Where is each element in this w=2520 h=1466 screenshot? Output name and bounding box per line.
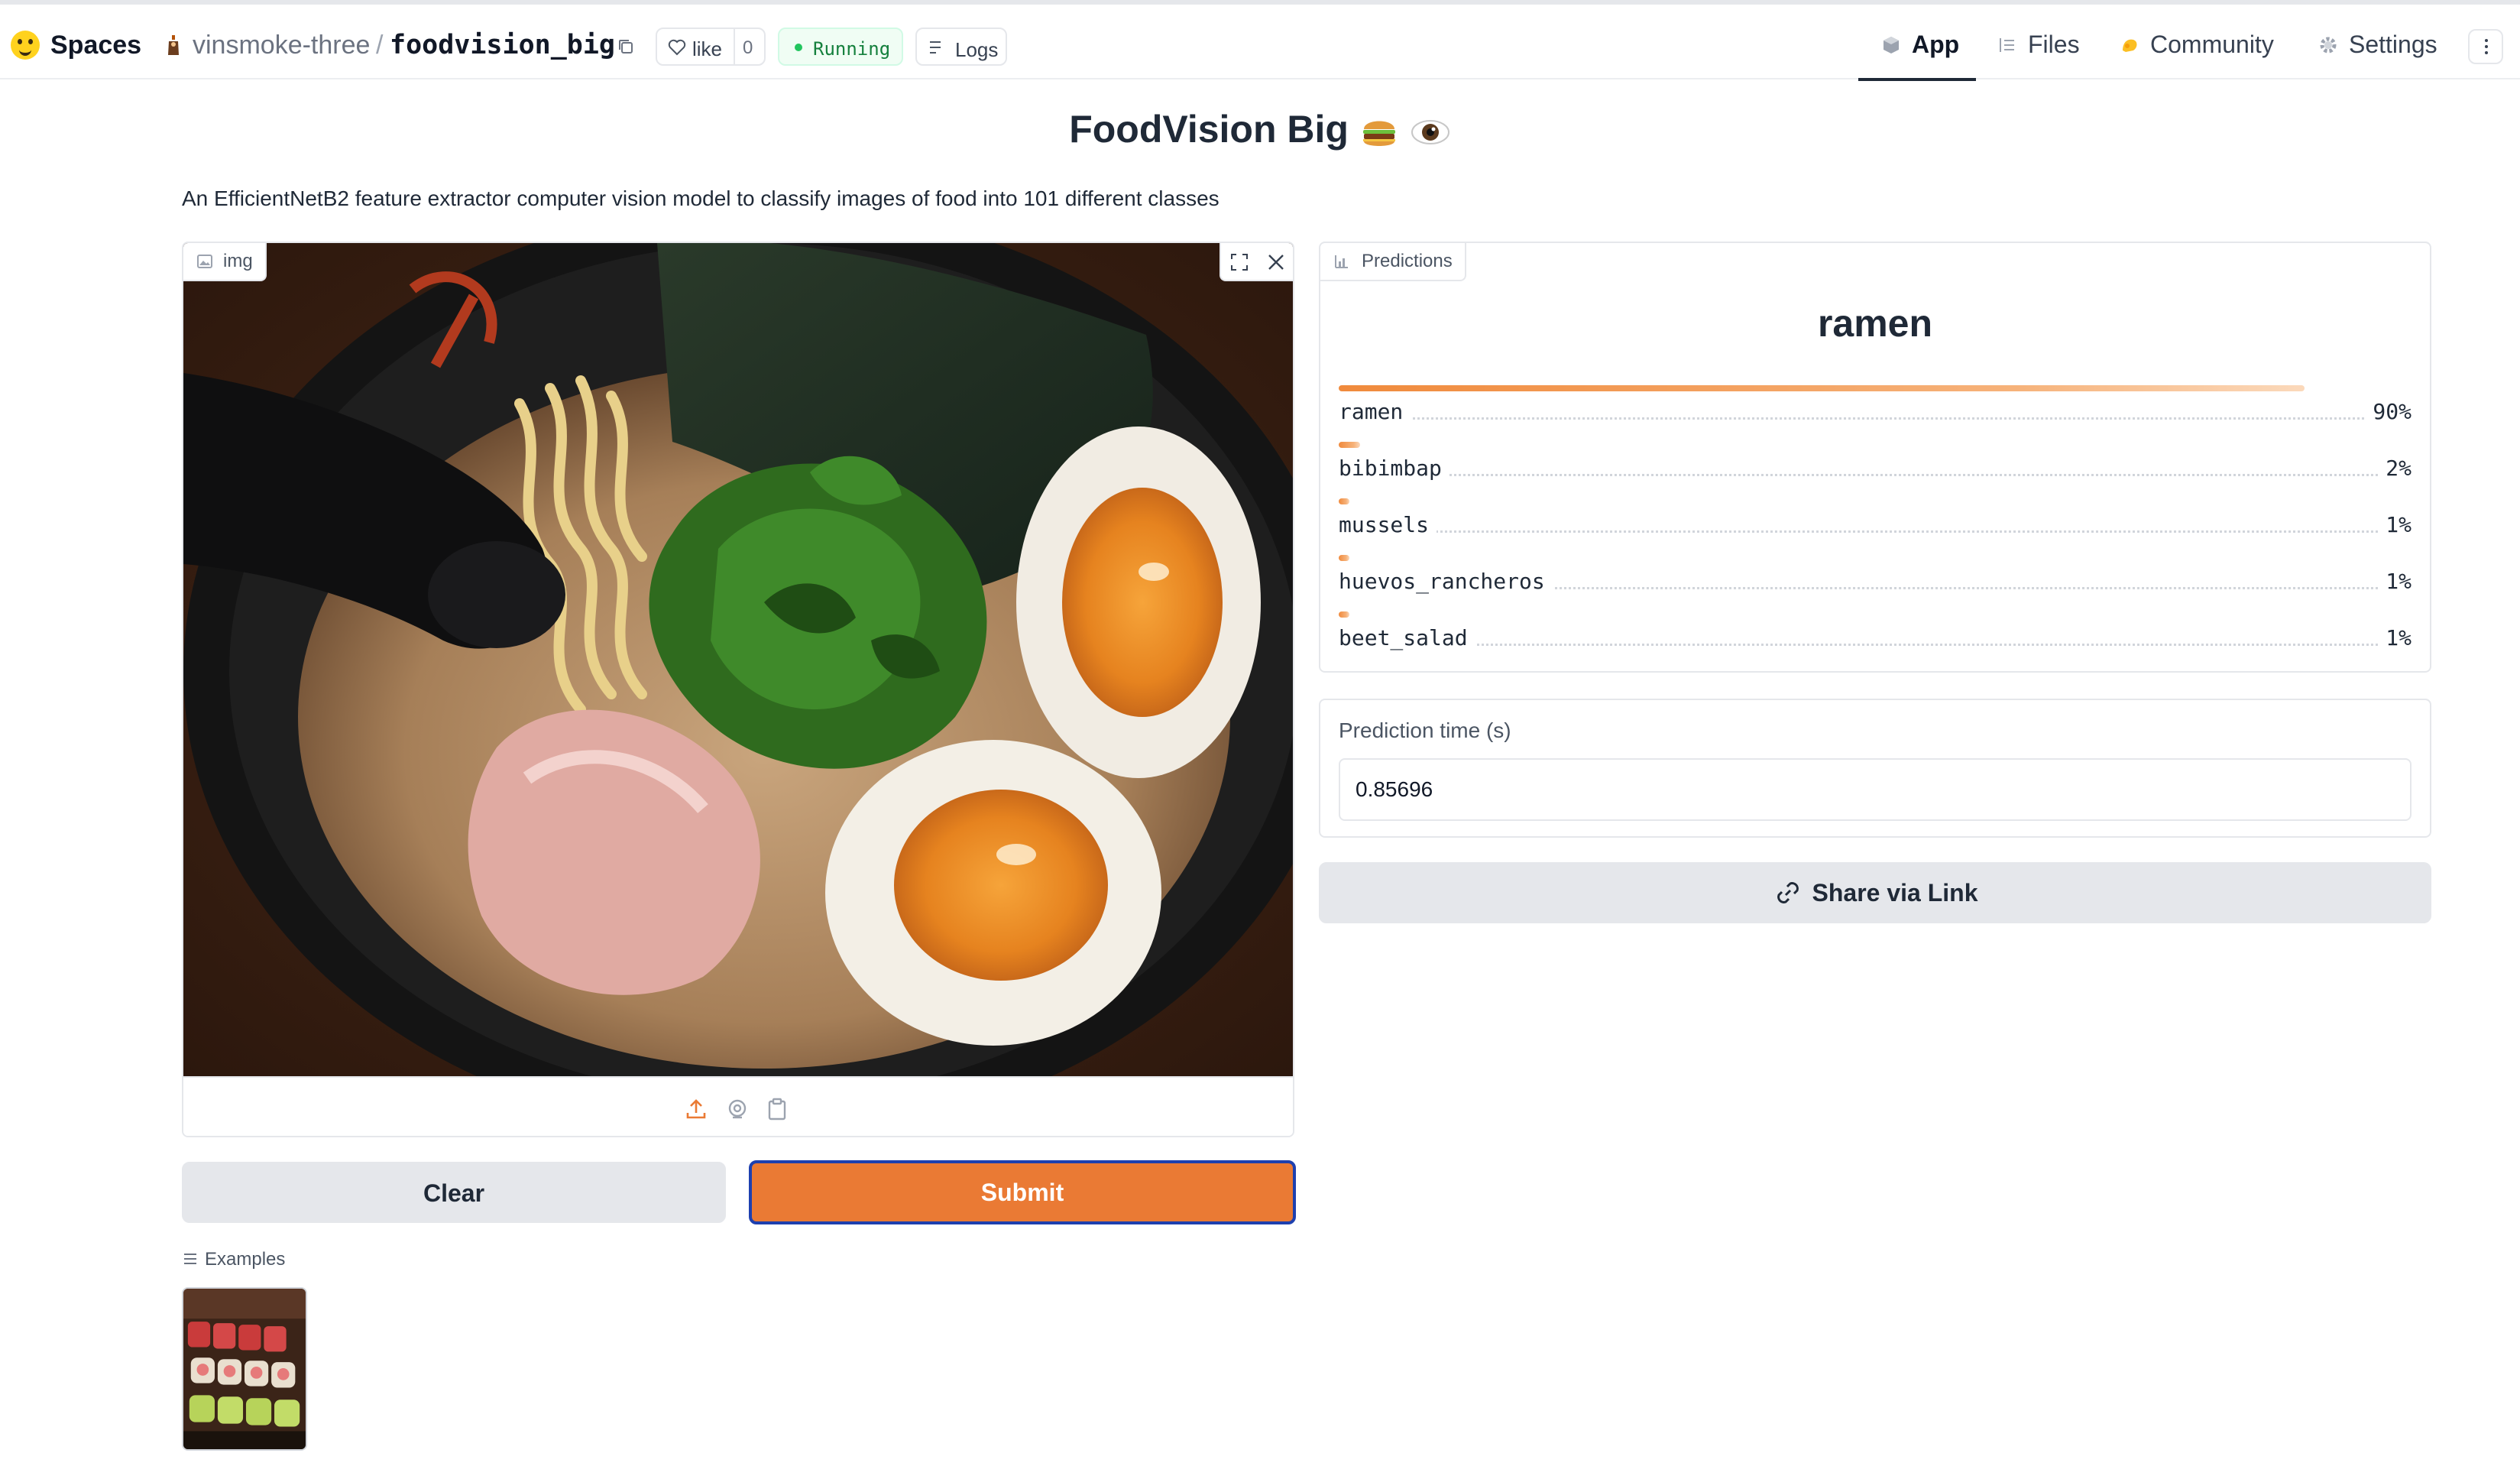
class-percent: 1% [2378, 512, 2411, 537]
logs-label: Logs [955, 38, 999, 61]
confidence-row: ramen 90% [1339, 385, 2411, 442]
confidence-bar [1339, 442, 1360, 448]
like-button[interactable]: like 0 [656, 28, 766, 66]
owner-link[interactable]: vinsmoke-three [193, 31, 370, 60]
confidence-bar [1339, 555, 1349, 561]
like-count: 0 [743, 37, 753, 58]
class-name: huevos_rancheros [1339, 569, 1553, 594]
example-sushi-thumbnail[interactable] [182, 1287, 307, 1451]
cube-icon [1884, 37, 1899, 54]
status-badge[interactable]: Running [778, 28, 903, 66]
class-name: ramen [1339, 399, 1411, 424]
share-via-link-button[interactable]: Share via Link [1319, 862, 2431, 923]
status-text: Running [813, 38, 891, 60]
confidence-bar [1339, 385, 2305, 391]
spaces-link[interactable]: Spaces [50, 31, 141, 60]
like-divider [734, 29, 735, 64]
predictions-label-text: Predictions [1362, 251, 1453, 271]
repo-name-link[interactable]: foodvision_big [390, 30, 615, 60]
confidence-row: beet_salad 1% [1339, 611, 2411, 668]
prediction-time-field[interactable]: 0.85696 [1339, 758, 2411, 821]
ramen-photo [183, 243, 1293, 1076]
dotted-leader [1339, 644, 2411, 646]
status-dot-icon [795, 44, 802, 51]
predictions-label: Predictions [1320, 243, 1466, 281]
upload-icon[interactable] [685, 1098, 708, 1121]
submit-button[interactable]: Submit [749, 1160, 1296, 1224]
copy-icon[interactable] [617, 38, 634, 55]
image-input-label: img [183, 243, 267, 281]
bar-chart-icon [1335, 255, 1348, 268]
examples-label: Examples [183, 1249, 285, 1270]
active-tab-indicator [1858, 78, 1976, 81]
kebab-icon [2485, 39, 2488, 42]
community-icon [2123, 39, 2137, 52]
link-icon [1777, 881, 1799, 903]
huggingface-logo-icon[interactable] [11, 31, 40, 60]
confidence-row: bibimbap 2% [1339, 442, 2411, 498]
image-input-panel[interactable]: img [182, 242, 1294, 1137]
tab-community-label: Community [2150, 31, 2274, 58]
dotted-leader [1339, 530, 2411, 533]
dotted-leader [1339, 417, 2411, 420]
class-name: bibimbap [1339, 456, 1449, 481]
class-percent: 2% [2378, 456, 2411, 481]
prediction-time-panel: Prediction time (s) 0.85696 [1319, 699, 2431, 838]
fullscreen-icon[interactable] [1230, 253, 1249, 271]
image-icon [197, 255, 212, 268]
confidence-row: huevos_rancheros 1% [1339, 555, 2411, 611]
eye-emoji-icon [1411, 119, 1449, 144]
site-header: Spaces vinsmoke-three / foodvision_big l… [0, 5, 2520, 81]
like-label: like [692, 37, 723, 60]
prediction-time-label: Prediction time (s) [1339, 718, 1511, 742]
logs-button[interactable]: Logs [915, 28, 1007, 66]
image-source-bar [183, 1076, 1293, 1136]
examples-label-text: Examples [205, 1249, 286, 1270]
webcam-icon[interactable] [726, 1098, 749, 1121]
tab-settings-label: Settings [2349, 31, 2437, 58]
more-menu-button[interactable] [2468, 29, 2503, 64]
top-prediction: ramen [1817, 302, 1933, 345]
tab-files-label: Files [2028, 31, 2080, 58]
class-percent: 1% [2378, 569, 2411, 594]
confidence-bar [1339, 498, 1349, 504]
class-percent: 90% [2365, 399, 2411, 424]
logs-lines-icon [930, 41, 941, 54]
image-tools [1220, 243, 1293, 281]
user-avatar-icon [168, 35, 179, 55]
app-title-text: FoodVision Big [1069, 108, 1349, 151]
image-input-label-text: img [223, 251, 253, 271]
gear-icon [2320, 37, 2337, 54]
class-name: beet_salad [1339, 625, 1475, 650]
heart-icon [668, 39, 686, 56]
predictions-panel: Predictions ramen ramen 90% bibimbap 2% … [1319, 242, 2431, 673]
clipboard-icon[interactable] [766, 1098, 789, 1121]
tab-app-label: App [1912, 31, 1960, 58]
confidence-row: mussels 1% [1339, 498, 2411, 555]
clear-button[interactable]: Clear [182, 1162, 726, 1223]
dotted-leader [1339, 474, 2411, 476]
path-separator: / [376, 31, 384, 60]
app-title: FoodVision Big [0, 107, 2520, 152]
files-icon [2000, 38, 2014, 52]
list-icon [184, 1254, 196, 1264]
hamburger-emoji-icon [1362, 121, 1395, 146]
app-description: An EfficientNetB2 feature extractor comp… [182, 186, 1220, 210]
class-name: mussels [1339, 512, 1437, 537]
share-via-link-label: Share via Link [1812, 879, 1978, 907]
confidence-bar [1339, 611, 1349, 618]
close-icon[interactable] [1267, 253, 1285, 271]
class-percent: 1% [2378, 625, 2411, 650]
